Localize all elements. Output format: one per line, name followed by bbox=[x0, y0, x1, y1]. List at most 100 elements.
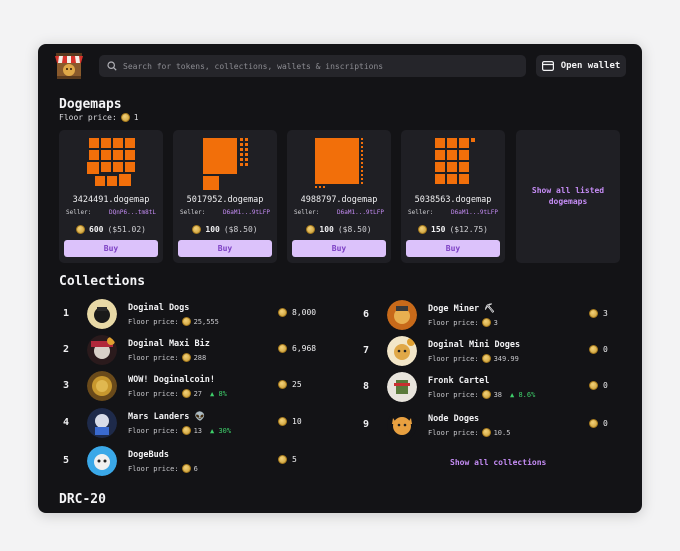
collection-row[interactable]: 4 Mars Landers 👽 Floor price: 13 ▲ 30% 1… bbox=[63, 408, 333, 438]
floor-label: Floor price: bbox=[59, 113, 117, 122]
dogemap-name: 4988797.dogemap bbox=[300, 195, 378, 205]
doge-coin-icon bbox=[589, 381, 598, 390]
price-value: 600 bbox=[89, 225, 104, 234]
dogemap-card[interactable]: 5017952.dogemap Seller: D6aM1...9tLFP 10… bbox=[173, 130, 277, 263]
open-wallet-label: Open wallet bbox=[560, 61, 621, 71]
collection-row[interactable]: 9 Node Doges Floor price: 10.5 0 bbox=[363, 410, 613, 440]
floor-label: Floor price: bbox=[128, 389, 179, 398]
dogemap-art bbox=[315, 138, 363, 188]
price-usd: ($51.02) bbox=[107, 225, 146, 234]
price-row: 600 ($51.02) bbox=[59, 225, 163, 234]
search-input[interactable]: Search for tokens, collections, wallets … bbox=[123, 62, 383, 71]
search-bar[interactable]: Search for tokens, collections, wallets … bbox=[99, 55, 526, 77]
doge-coin-icon bbox=[181, 353, 191, 362]
collection-name: Doge Miner ⛏ bbox=[428, 304, 496, 314]
volume-value: 0 bbox=[603, 381, 608, 390]
collection-floor: Floor price: 349.99 bbox=[428, 354, 519, 363]
doge-coin-icon bbox=[278, 308, 287, 317]
show-all-collections-link[interactable]: Show all collections bbox=[450, 458, 546, 467]
collection-row[interactable]: 8 Fronk Cartel Floor price: 38 ▲ 8.6% 0 bbox=[363, 372, 613, 402]
doge-coin-icon bbox=[306, 225, 316, 234]
seller-label: Seller: bbox=[408, 209, 434, 216]
buy-button[interactable]: Buy bbox=[406, 240, 500, 257]
seller-row: Seller: D6aM1...9tLFP bbox=[180, 209, 270, 216]
collection-avatar bbox=[387, 372, 417, 402]
collection-floor: Floor price: 288 bbox=[128, 353, 206, 362]
market-stall-logo[interactable] bbox=[53, 50, 85, 82]
volume-value: 5 bbox=[292, 455, 297, 464]
price-value: 100 bbox=[319, 225, 334, 234]
doge-coin-icon bbox=[181, 389, 191, 398]
collection-avatar bbox=[87, 335, 117, 365]
collection-rank: 1 bbox=[63, 308, 70, 319]
floor-label: Floor price: bbox=[128, 317, 179, 326]
volume-value: 0 bbox=[603, 345, 608, 354]
doge-coin-icon bbox=[481, 354, 491, 363]
seller-address[interactable]: D6aM1...9tLFP bbox=[451, 209, 498, 216]
collection-name: Doginal Dogs bbox=[128, 303, 190, 313]
collection-row[interactable]: 3 WOW! Doginalcoin! Floor price: 27 ▲ 8%… bbox=[63, 371, 333, 401]
floor-value: 349.99 bbox=[493, 354, 519, 363]
price-row: 150 ($12.75) bbox=[401, 225, 505, 234]
doge-coin-icon bbox=[278, 455, 287, 464]
collection-volume: 25 bbox=[278, 380, 302, 389]
volume-value: 8,000 bbox=[292, 308, 317, 317]
seller-address[interactable]: D6aM1...9tLFP bbox=[337, 209, 384, 216]
collection-name: Fronk Cartel bbox=[428, 376, 490, 386]
dogemap-card[interactable]: 4988797.dogemap Seller: D6aM1...9tLFP 10… bbox=[287, 130, 391, 263]
buy-button[interactable]: Buy bbox=[64, 240, 158, 257]
seller-address[interactable]: D6aM1...9tLFP bbox=[223, 209, 270, 216]
collection-row[interactable]: 6 Doge Miner ⛏ Floor price: 3 3 bbox=[363, 300, 613, 330]
doge-coin-icon bbox=[192, 225, 202, 234]
show-all-dogemaps-link[interactable]: Show all listed dogemaps bbox=[516, 130, 620, 263]
collection-volume: 6,968 bbox=[278, 344, 316, 353]
collection-name: Mars Landers 👽 bbox=[128, 412, 206, 422]
dogemap-card[interactable]: 3424491.dogemap Seller: DQnP6...tm8tL 60… bbox=[59, 130, 163, 263]
collection-floor: Floor price: 25,555 bbox=[128, 317, 219, 326]
seller-address[interactable]: DQnP6...tm8tL bbox=[109, 209, 156, 216]
doge-coin-icon bbox=[589, 419, 598, 428]
floor-label: Floor price: bbox=[428, 428, 479, 437]
floor-value: 1 bbox=[133, 113, 139, 122]
collection-floor: Floor price: 10.5 bbox=[428, 428, 510, 437]
volume-value: 10 bbox=[292, 417, 302, 426]
floor-value: 27 bbox=[193, 389, 203, 398]
floor-label: Floor price: bbox=[128, 426, 179, 435]
collection-row[interactable]: 2 Doginal Maxi Biz Floor price: 288 6,96… bbox=[63, 335, 333, 365]
seller-label: Seller: bbox=[66, 209, 92, 216]
floor-change: ▲ 8.6% bbox=[510, 390, 536, 399]
open-wallet-button[interactable]: Open wallet bbox=[536, 55, 626, 77]
doge-coin-icon bbox=[181, 317, 191, 326]
doge-coin-icon bbox=[120, 113, 130, 122]
doge-coin-icon bbox=[481, 428, 491, 437]
price-row: 100 ($8.50) bbox=[287, 225, 391, 234]
collection-row[interactable]: 5 DogeBuds Floor price: 6 5 bbox=[63, 446, 333, 476]
floor-label: Floor price: bbox=[128, 464, 179, 473]
app-window: Search for tokens, collections, wallets … bbox=[38, 44, 642, 513]
collection-volume: 0 bbox=[589, 381, 608, 390]
collection-floor: Floor price: 27 ▲ 8% bbox=[128, 389, 227, 398]
collection-volume: 10 bbox=[278, 417, 302, 426]
collection-avatar bbox=[87, 408, 117, 438]
doge-coin-icon bbox=[278, 380, 287, 389]
collection-avatar bbox=[87, 299, 117, 329]
collection-row[interactable]: 1 Doginal Dogs Floor price: 25,555 8,000 bbox=[63, 299, 333, 329]
seller-row: Seller: D6aM1...9tLFP bbox=[408, 209, 498, 216]
collection-row[interactable]: 7 Doginal Mini Doges Floor price: 349.99… bbox=[363, 336, 613, 366]
price-row: 100 ($8.50) bbox=[173, 225, 277, 234]
buy-button[interactable]: Buy bbox=[292, 240, 386, 257]
collection-volume: 0 bbox=[589, 345, 608, 354]
price-value: 150 bbox=[431, 225, 446, 234]
drc20-title: DRC-20 bbox=[59, 492, 106, 507]
dogemap-card[interactable]: 5038563.dogemap Seller: D6aM1...9tLFP 15… bbox=[401, 130, 505, 263]
collection-name: Doginal Mini Doges bbox=[428, 340, 521, 350]
dogemaps-floor: Floor price: 1 bbox=[59, 113, 139, 122]
dogemap-name: 5038563.dogemap bbox=[414, 195, 492, 205]
collection-rank: 4 bbox=[63, 417, 70, 428]
seller-label: Seller: bbox=[180, 209, 206, 216]
collection-avatar bbox=[387, 300, 417, 330]
collection-avatar bbox=[387, 336, 417, 366]
buy-button[interactable]: Buy bbox=[178, 240, 272, 257]
price-value: 100 bbox=[205, 225, 220, 234]
doge-coin-icon bbox=[76, 225, 85, 234]
